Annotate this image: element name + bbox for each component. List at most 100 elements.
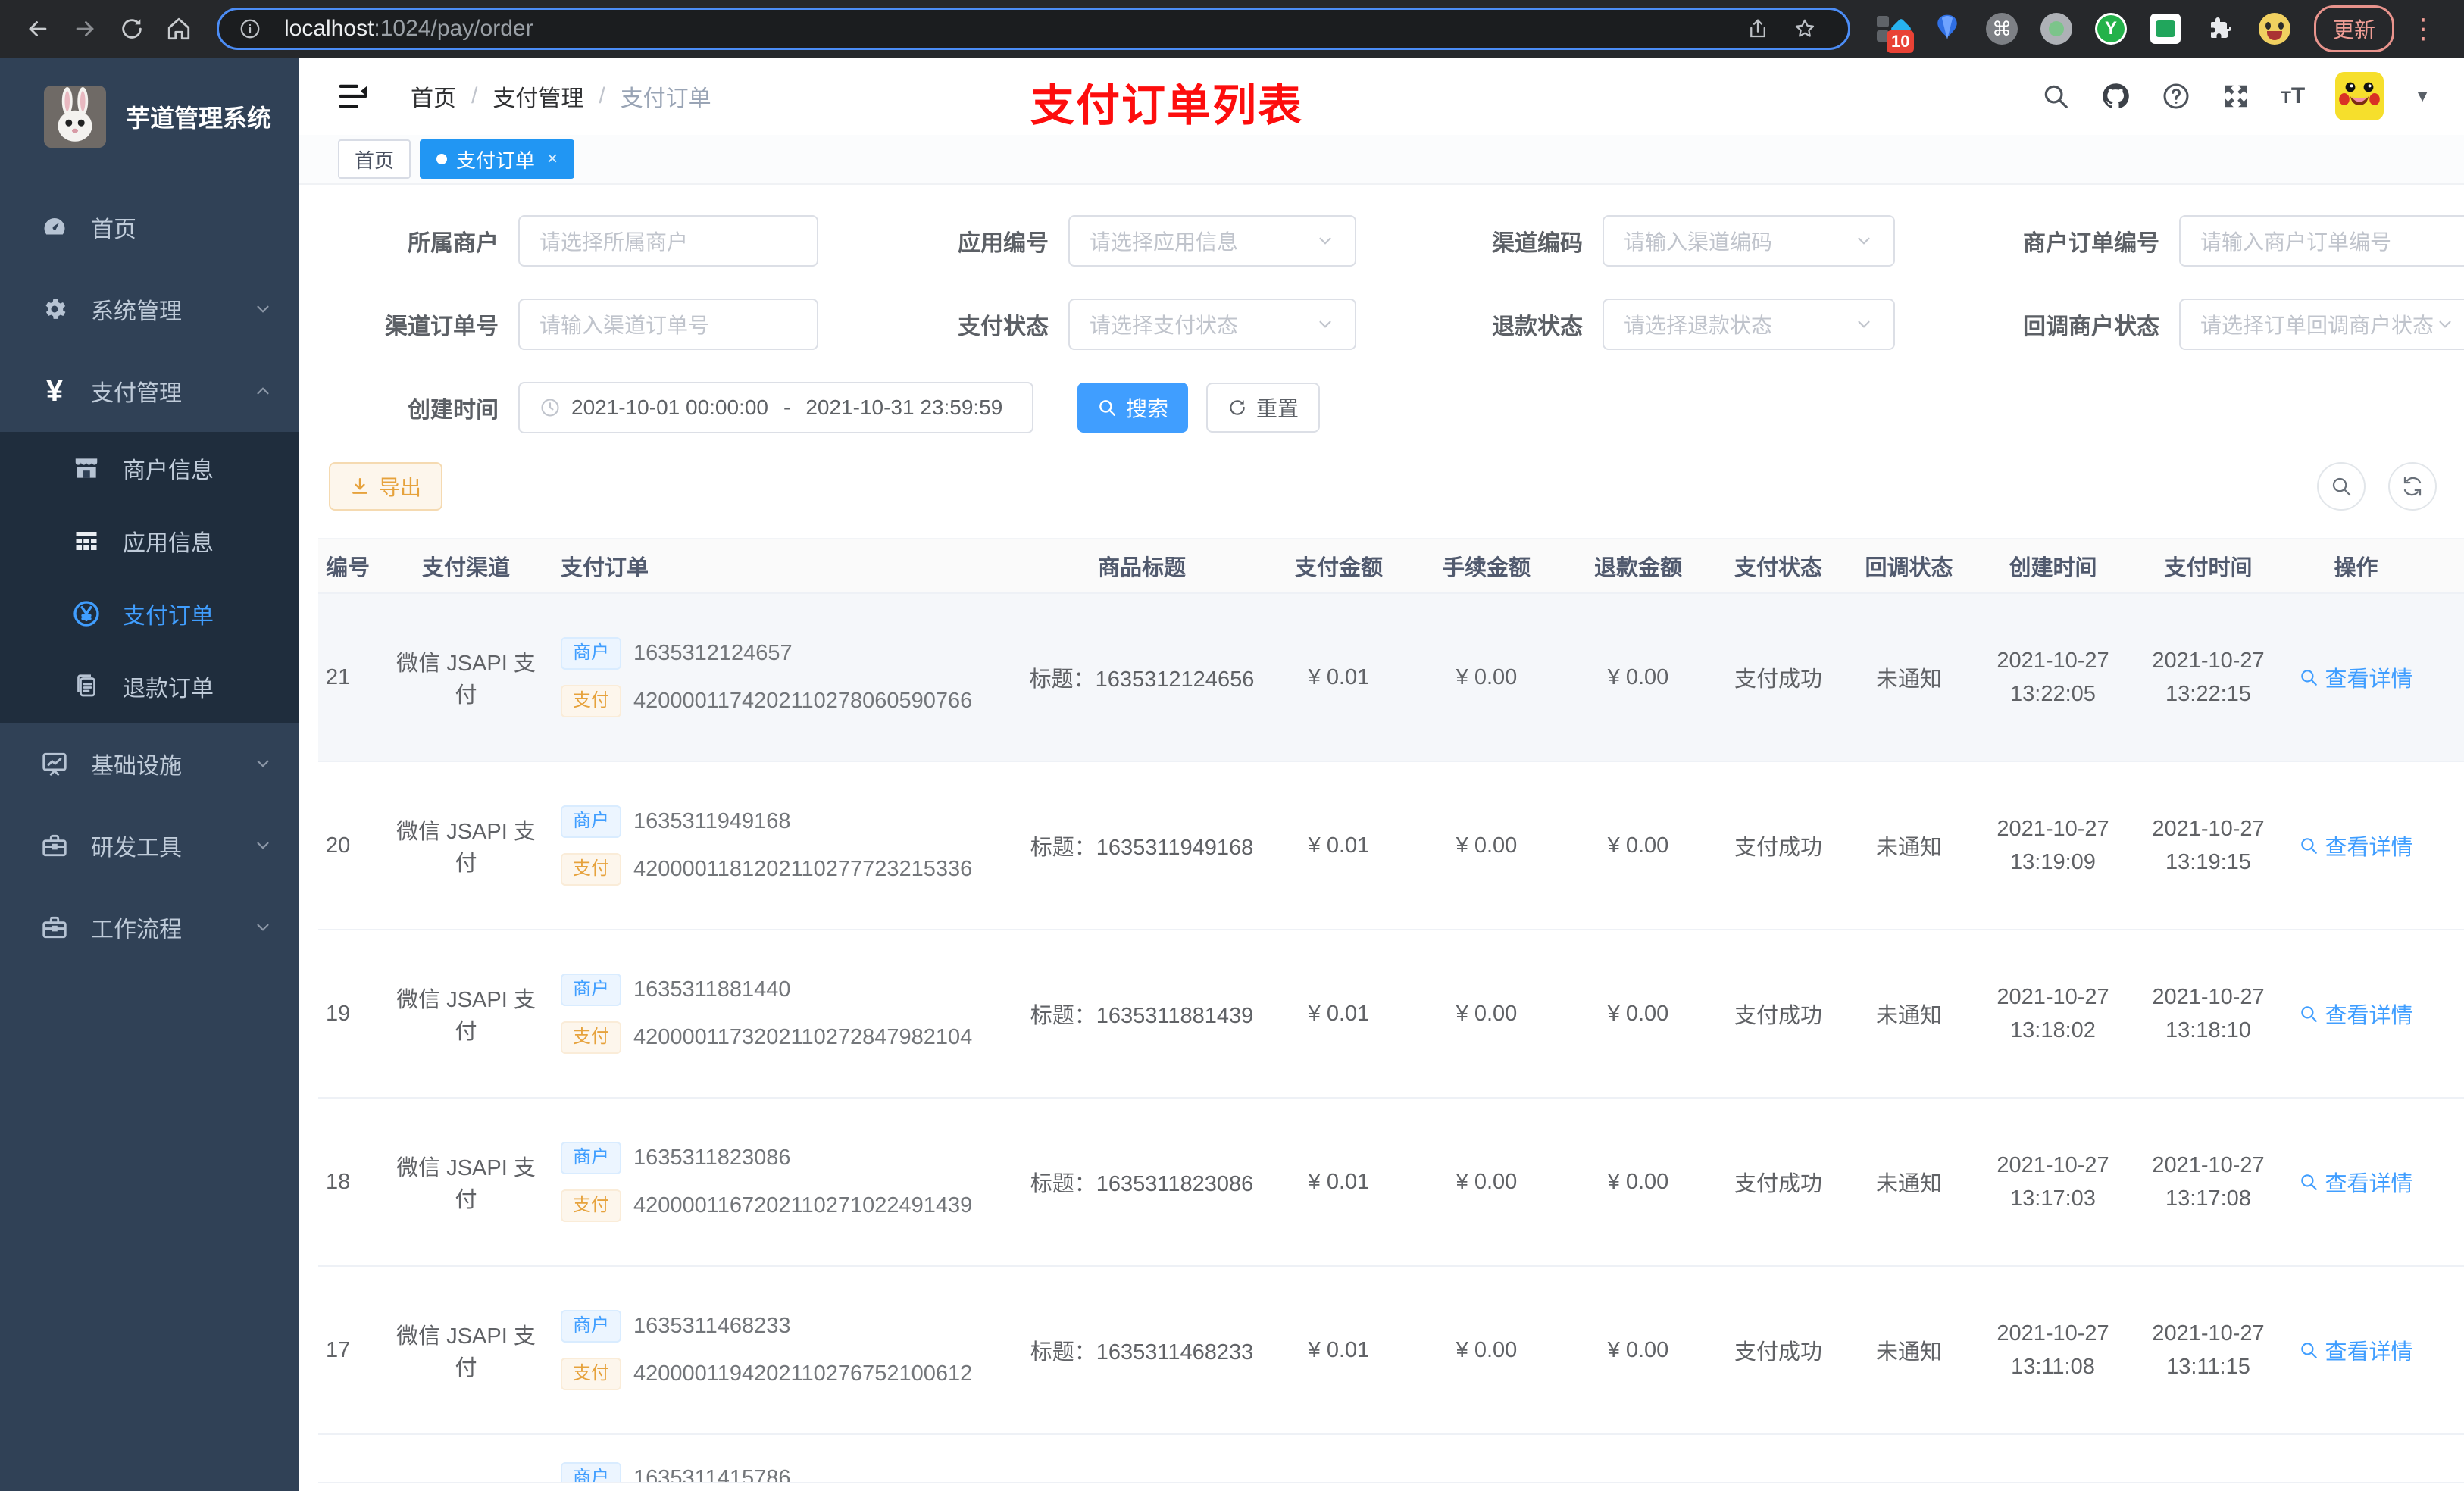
filter-select-回调商户状态[interactable]: 请选择订单回调商户状态	[2179, 299, 2464, 350]
sidebar-subitem-支付订单[interactable]: 支付订单	[0, 577, 299, 650]
cell-paid-time: 2021-10-27 13:22:15	[2152, 649, 2265, 706]
placeholder-text: 请选择退款状态	[1624, 314, 1773, 337]
sidebar-collapse-icon[interactable]	[338, 83, 368, 110]
filter-select-渠道编码[interactable]: 请输入渠道编码	[1603, 215, 1895, 267]
view-detail-link[interactable]: 查看详情	[2299, 661, 2413, 693]
logo-rabbit-image	[44, 86, 106, 148]
filter-input-所属商户[interactable]: 请选择所属商户	[518, 215, 818, 267]
sidebar-item-支付管理[interactable]: ¥ 支付管理	[0, 350, 299, 432]
sidebar-submenu: 商户信息 应用信息支付订单退款订单	[0, 432, 299, 723]
sidebar-item-系统管理[interactable]: 系统管理	[0, 268, 299, 350]
cell-fee: ¥ 0.00	[1456, 1001, 1518, 1026]
profile-avatar-icon[interactable]	[2258, 12, 2291, 45]
chevron-down-icon[interactable]: ▼	[2414, 86, 2431, 106]
sidebar-item-基础设施[interactable]: 基础设施	[0, 723, 299, 805]
view-detail-link[interactable]: 查看详情	[2299, 1334, 2413, 1366]
address-bar[interactable]: localhost:1024/pay/order	[217, 8, 1850, 50]
extension-dot-icon[interactable]	[2040, 12, 2073, 45]
filter-date-row: 创建时间 2021-10-01 00:00:00 - 2021-10-31 23…	[329, 382, 2464, 433]
sidebar-subitem-应用信息[interactable]: 应用信息	[0, 505, 299, 577]
cell-amount: ¥ 0.01	[1308, 833, 1370, 858]
placeholder-text: 请选择所属商户	[539, 230, 689, 254]
order-number: 1635312124657	[633, 641, 793, 666]
placeholder-text: 请选择订单回调商户状态	[2200, 314, 2434, 337]
sidebar-item-label: 研发工具	[91, 836, 182, 861]
extension-grid-icon[interactable]: 10	[1876, 12, 1915, 53]
filter-label: 回调商户状态	[2023, 314, 2159, 339]
view-detail-link[interactable]: 查看详情	[2299, 998, 2413, 1030]
cell-pay-status: 支付成功	[1734, 836, 1822, 860]
filter-form: 所属商户 请选择所属商户 应用编号 请选择应用信息 渠道编码 请输入渠道编码 商户订单编号请…	[329, 215, 2464, 350]
refresh-icon[interactable]	[2388, 462, 2437, 511]
filter-select-应用编号[interactable]: 请选择应用信息	[1068, 215, 1356, 267]
browser-menu-icon[interactable]: ⋮	[2402, 13, 2446, 45]
sidebar-item-label: 支付管理	[91, 381, 182, 406]
fullscreen-icon[interactable]	[2222, 82, 2250, 111]
chevron-down-icon	[1854, 314, 1874, 334]
filter-select-支付状态[interactable]: 请选择支付状态	[1068, 299, 1356, 350]
order-number: 1635311823086	[633, 1146, 791, 1171]
extensions-puzzle-icon[interactable]	[2203, 12, 2237, 45]
view-detail-link[interactable]: 查看详情	[2299, 1166, 2413, 1198]
reset-button[interactable]: 重置	[1206, 383, 1321, 433]
tab-支付订单[interactable]: 支付订单 ×	[420, 139, 575, 179]
cell-amount: ¥ 0.01	[1308, 1001, 1370, 1026]
browser-forward-button[interactable]	[65, 9, 105, 48]
cell-order: 商户 1635311823086 支付 42000011672021102710224…	[553, 1142, 1017, 1222]
table-row-partial: 商户 1635311415786	[318, 1435, 2464, 1483]
sidebar-item-label: 退款订单	[123, 677, 214, 702]
cell-title: 标题：1635311468233	[1030, 1340, 1254, 1364]
cell-notify-status: 未通知	[1875, 1340, 1942, 1364]
extension-balloon-icon[interactable]	[1931, 12, 1964, 45]
share-icon[interactable]	[1746, 17, 1769, 40]
bookmark-star-icon[interactable]	[1793, 17, 1816, 40]
placeholder-text: 请输入商户订单编号	[2200, 230, 2392, 254]
extension-chat-icon[interactable]	[2149, 12, 2182, 45]
export-button[interactable]: 导出	[329, 462, 443, 511]
cell-refund: ¥ 0.00	[1607, 664, 1669, 689]
page-info-icon[interactable]	[239, 17, 261, 40]
font-size-icon[interactable]: TT	[2281, 83, 2305, 109]
browser-home-button[interactable]	[159, 9, 199, 48]
tab-首页[interactable]: 首页	[338, 139, 411, 179]
view-detail-link[interactable]: 查看详情	[2299, 830, 2413, 861]
breadcrumb-item[interactable]: 支付管理	[492, 80, 583, 113]
browser-back-button[interactable]	[18, 9, 58, 48]
github-icon[interactable]	[2100, 81, 2131, 111]
pay-tag: 支付	[561, 685, 621, 717]
user-avatar[interactable]	[2335, 72, 2384, 120]
browser-update-button[interactable]: 更新	[2313, 5, 2394, 52]
sidebar-subitem-退款订单[interactable]: 退款订单	[0, 650, 299, 723]
sidebar-item-研发工具[interactable]: 研发工具	[0, 805, 299, 886]
search-icon[interactable]	[2041, 82, 2070, 111]
order-number: 1635311415786	[633, 1465, 791, 1483]
url-path: :1024/pay/order	[374, 16, 533, 41]
date-range-input[interactable]: 2021-10-01 00:00:00 - 2021-10-31 23:59:5…	[518, 382, 1033, 433]
browser-reload-button[interactable]	[112, 9, 152, 48]
filter-select-退款状态[interactable]: 请选择退款状态	[1603, 299, 1895, 350]
extension-y-icon[interactable]: Y	[2094, 12, 2128, 45]
help-icon[interactable]	[2161, 81, 2191, 111]
merchant-tag: 商户	[561, 1310, 621, 1343]
merchant-tag: 商户	[561, 1462, 621, 1482]
filter-input-商户订单编号[interactable]: 请输入商户订单编号	[2179, 215, 2464, 267]
column-header: 退款金额	[1593, 556, 1682, 580]
breadcrumb-item[interactable]: 首页	[411, 80, 456, 113]
sidebar-item-工作流程[interactable]: 工作流程	[0, 886, 299, 968]
column-header: 商品标题	[1097, 556, 1186, 580]
magnifier-icon	[2299, 836, 2319, 855]
toolbox-icon	[38, 913, 71, 942]
close-icon[interactable]: ×	[547, 148, 558, 170]
sidebar-item-label: 支付订单	[123, 604, 214, 629]
pay-tag: 支付	[561, 853, 621, 886]
sidebar-subitem-商户信息[interactable]: 商户信息	[0, 432, 299, 505]
magnifier-icon	[2299, 667, 2319, 687]
cell-action: 查看详情	[2286, 1166, 2426, 1198]
app-logo[interactable]: 芋道管理系统	[0, 58, 299, 176]
search-button[interactable]: 搜索	[1077, 383, 1189, 433]
sidebar-item-首页[interactable]: 首页	[0, 186, 299, 268]
extension-command-icon[interactable]: ⌘	[1985, 12, 2018, 45]
chevron-down-icon	[1315, 231, 1335, 251]
toggle-search-icon[interactable]	[2317, 462, 2366, 511]
filter-input-渠道订单号[interactable]: 请输入渠道订单号	[518, 299, 818, 350]
